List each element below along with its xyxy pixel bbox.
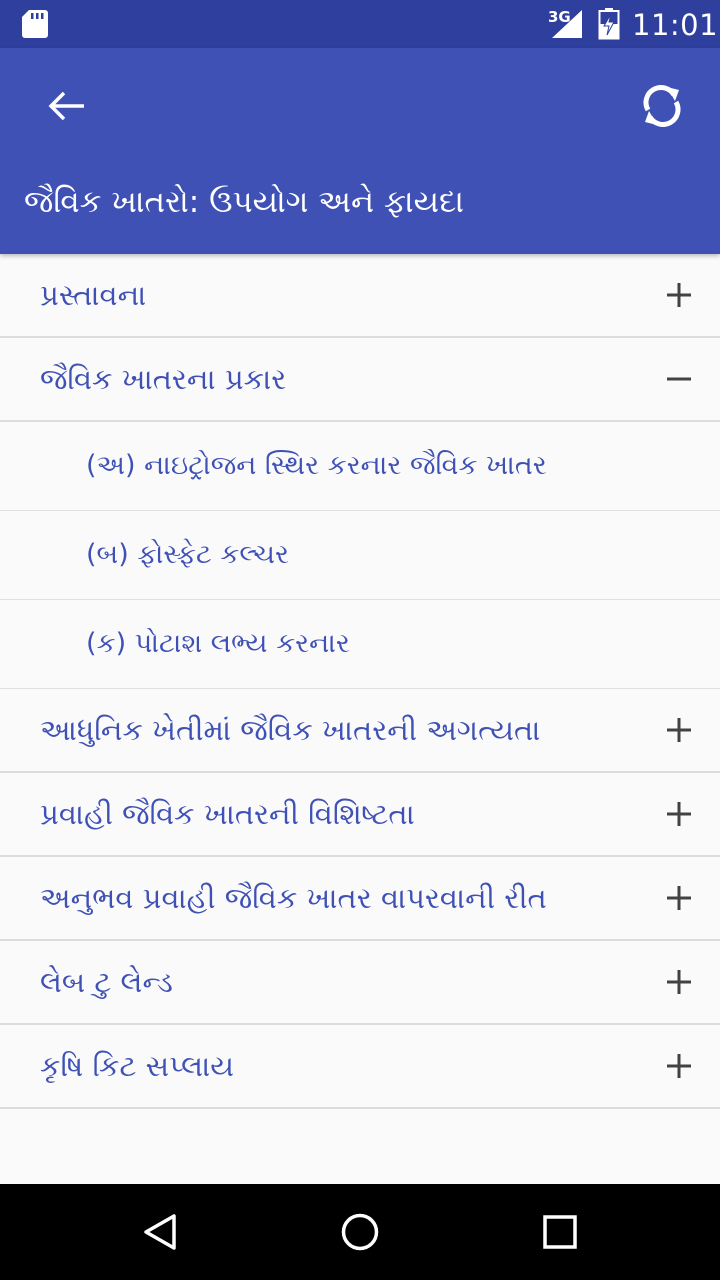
battery-charging-icon	[598, 8, 620, 40]
menu-item-biofertilizer-types[interactable]: જૈવિક ખાતરના પ્રકાર	[0, 338, 720, 422]
nav-recents-button[interactable]	[536, 1208, 584, 1256]
submenu-item-label: (બ) ફોસ્ફેટ કલ્ચર	[86, 539, 289, 570]
refresh-button[interactable]	[630, 74, 694, 138]
menu-item-liquid-usage-method[interactable]: અનુભવ પ્રવાહી જૈવિક ખાતર વાપરવાની રીત	[0, 857, 720, 941]
square-recents-icon	[543, 1215, 577, 1249]
plus-icon	[667, 886, 691, 910]
submenu-item-label: (અ) નાઇટ્રોજન સ્થિર કરનાર જૈવિક ખાતર	[86, 450, 547, 481]
page-title: જૈવિક ખાતરો: ઉપયોગ અને ફાયદા	[24, 184, 464, 220]
plus-icon	[667, 970, 691, 994]
menu-list: પ્રસ્તાવના જૈવિક ખાતરના પ્રકાર (અ) નાઇટ્…	[0, 254, 720, 1109]
menu-item-krishi-kit-supply[interactable]: કૃષિ કિટ સપ્લાય	[0, 1025, 720, 1109]
plus-icon	[667, 283, 691, 307]
app-bar: જૈવિક ખાતરો: ઉપયોગ અને ફાયદા	[0, 48, 720, 254]
plus-icon	[667, 802, 691, 826]
menu-item-label: આધુનિક ખેતીમાં જૈવિક ખાતરની અગત્યતા	[40, 712, 541, 747]
back-button[interactable]	[34, 78, 98, 134]
sd-card-icon	[22, 10, 48, 38]
nav-back-button[interactable]	[136, 1208, 184, 1256]
submenu-item-potash-mobilizing[interactable]: (ક) પોટાશ લભ્ય કરનાર	[0, 600, 720, 689]
menu-item-label: અનુભવ પ્રવાહી જૈવિક ખાતર વાપરવાની રીત	[40, 880, 547, 915]
menu-item-lab-to-land[interactable]: લેબ ટુ લેન્ડ	[0, 941, 720, 1025]
submenu-item-label: (ક) પોટાશ લભ્ય કરનાર	[86, 628, 350, 659]
cell-signal-icon	[552, 10, 582, 38]
menu-item-introduction[interactable]: પ્રસ્તાવના	[0, 254, 720, 338]
plus-icon	[667, 718, 691, 742]
triangle-back-icon	[144, 1214, 176, 1250]
navigation-bar	[0, 1184, 720, 1280]
refresh-icon	[643, 85, 681, 127]
menu-item-label: કૃષિ કિટ સપ્લાય	[40, 1048, 234, 1083]
menu-item-liquid-features[interactable]: પ્રવાહી જૈવિક ખાતરની વિશિષ્ટતા	[0, 773, 720, 857]
menu-item-importance-modern-farming[interactable]: આધુનિક ખેતીમાં જૈવિક ખાતરની અગત્યતા	[0, 689, 720, 773]
menu-item-label: જૈવિક ખાતરના પ્રકાર	[40, 361, 287, 396]
menu-item-label: પ્રસ્તાવના	[40, 277, 147, 312]
arrow-back-icon	[48, 91, 84, 121]
submenu-item-phosphate-culture[interactable]: (બ) ફોસ્ફેટ કલ્ચર	[0, 511, 720, 600]
menu-item-label: લેબ ટુ લેન્ડ	[40, 964, 173, 999]
minus-icon	[667, 377, 691, 381]
status-bar: 3G 11:01	[0, 0, 720, 48]
menu-item-label: પ્રવાહી જૈવિક ખાતરની વિશિષ્ટતા	[40, 796, 415, 831]
plus-icon	[667, 1054, 691, 1078]
submenu-item-nitrogen-fixing[interactable]: (અ) નાઇટ્રોજન સ્થિર કરનાર જૈવિક ખાતર	[0, 422, 720, 511]
status-clock: 11:01	[632, 8, 719, 42]
nav-home-button[interactable]	[336, 1208, 384, 1256]
circle-home-icon	[341, 1213, 379, 1251]
